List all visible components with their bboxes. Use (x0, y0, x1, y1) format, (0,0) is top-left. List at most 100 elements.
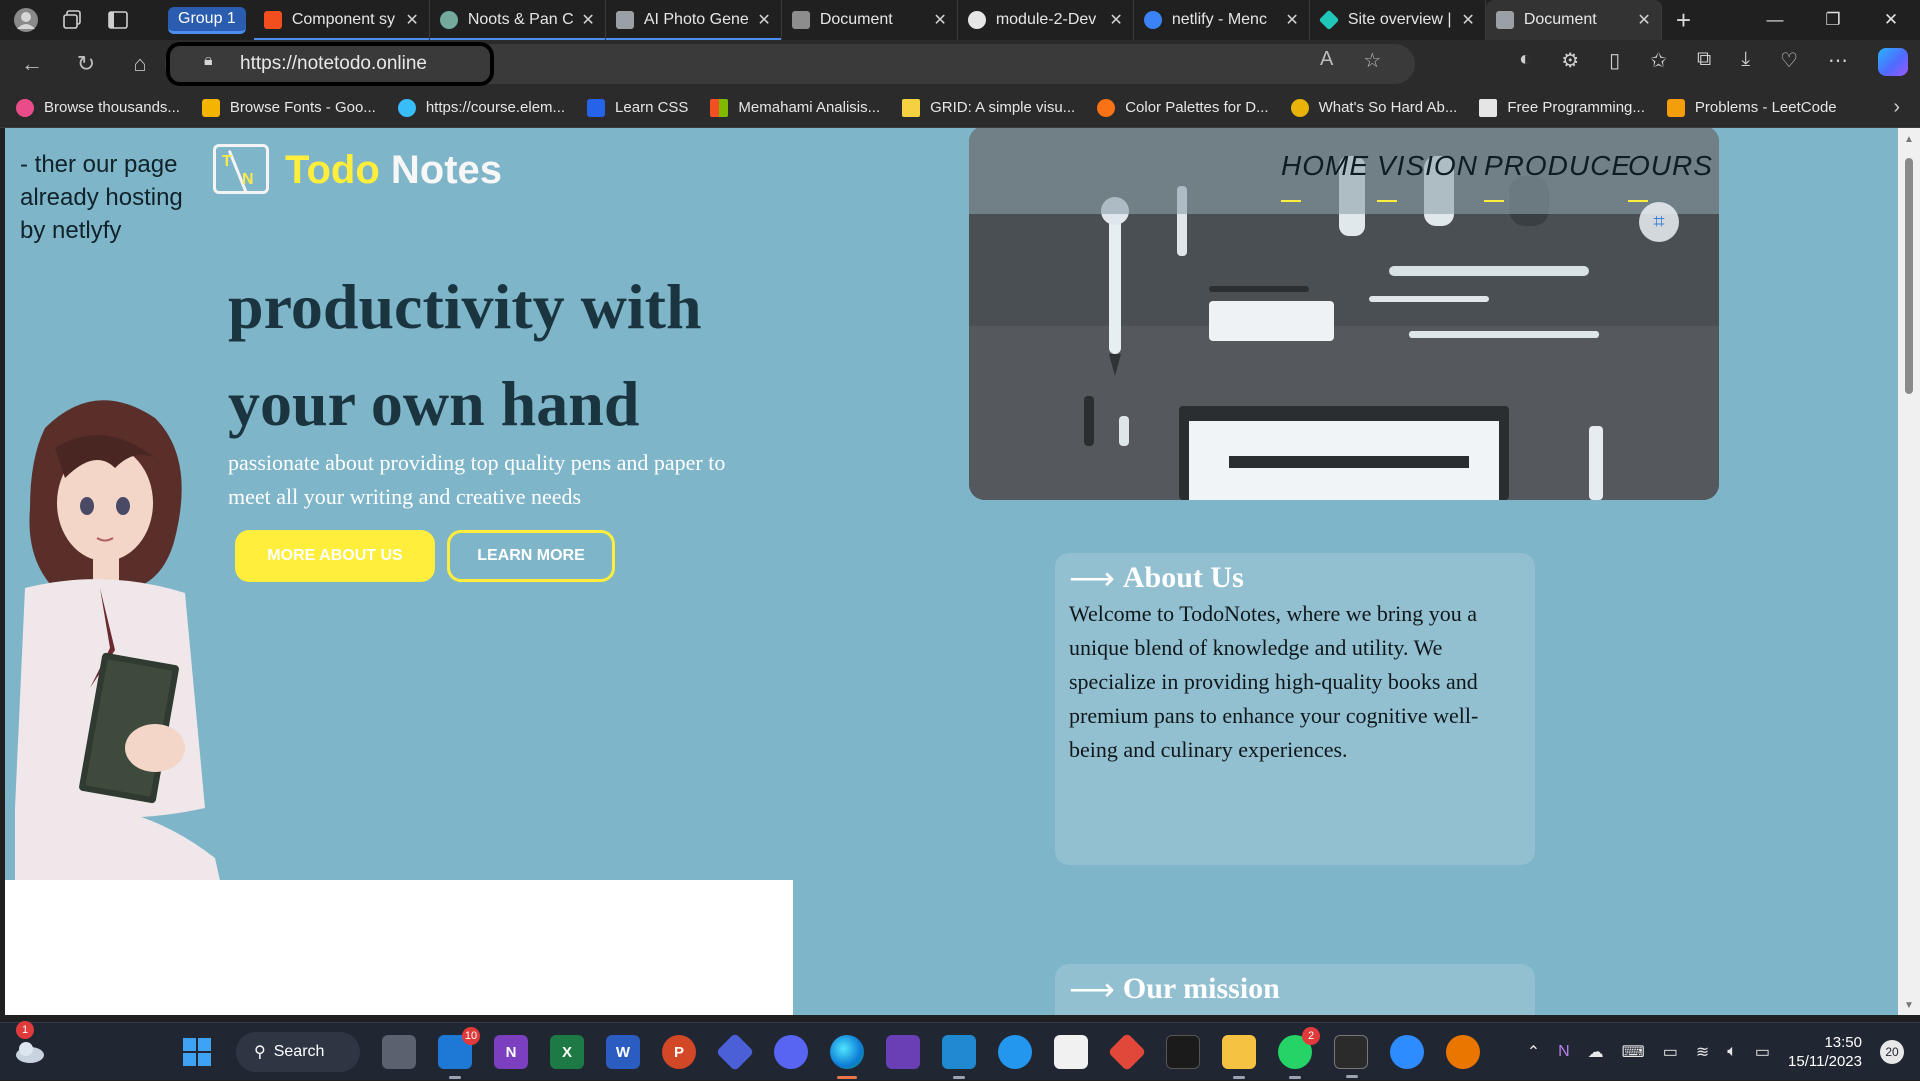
mail-icon[interactable]: 10 (438, 1027, 480, 1079)
workspaces-icon[interactable] (58, 6, 86, 34)
bookmark-item[interactable]: https://course.elem... (397, 98, 565, 117)
vertical-scrollbar[interactable]: ▲ ▼ (1898, 128, 1920, 1015)
microsoft-store-icon[interactable] (1054, 1035, 1088, 1069)
file-explorer-icon[interactable] (1222, 1035, 1256, 1079)
td-icon (1495, 11, 1514, 29)
browser-tab[interactable]: Document ✕ (782, 0, 958, 40)
onenote-tray-icon[interactable]: N (1558, 1043, 1570, 1061)
home-icon[interactable]: ⌂ (118, 46, 162, 82)
close-icon[interactable]: ✕ (1109, 10, 1122, 30)
command-prompt-icon[interactable] (1334, 1035, 1368, 1078)
power-automate-icon[interactable] (715, 1032, 755, 1072)
bookmark-item[interactable]: GRID: A simple visu... (902, 98, 1075, 117)
word-icon[interactable]: W (606, 1035, 640, 1069)
keyboard-icon[interactable]: ⌨ (1622, 1042, 1645, 1062)
docker-icon[interactable] (998, 1035, 1032, 1069)
browser-tab[interactable]: netlify - Menc ✕ (1134, 0, 1310, 40)
bookmark-item[interactable]: Learn CSS (587, 98, 689, 117)
nav-vision[interactable]: VISION (1377, 150, 1478, 202)
extensions-puzzle-icon[interactable]: ⚙ (1561, 48, 1579, 76)
collections-icon[interactable]: ⧉ (1697, 48, 1711, 76)
zoom-icon[interactable] (1390, 1035, 1424, 1069)
weather-widget[interactable]: 1 (12, 1021, 48, 1065)
copilot-icon[interactable] (1878, 48, 1908, 76)
close-icon[interactable]: ✕ (405, 10, 418, 30)
refresh-icon[interactable]: ↻ (64, 46, 108, 82)
read-aloud-icon[interactable]: A (1320, 48, 1333, 73)
close-icon[interactable]: ✕ (757, 10, 770, 30)
split-screen-icon[interactable]: ▯ (1609, 48, 1620, 76)
close-icon[interactable]: ✕ (1285, 10, 1298, 30)
close-window-icon[interactable]: ✕ (1862, 0, 1920, 40)
nav-home[interactable]: HOME (1281, 150, 1369, 202)
bookmark-item[interactable]: Browse Fonts - Goo... (201, 98, 376, 117)
bookmark-item[interactable]: Memahami Analisis... (710, 98, 880, 117)
profile-avatar-icon[interactable] (12, 6, 40, 34)
bookmark-item[interactable]: What's So Hard Ab... (1290, 98, 1457, 117)
notification-count[interactable]: 20 (1880, 1040, 1904, 1064)
favorites-icon[interactable]: ✩ (1650, 48, 1667, 76)
clock[interactable]: 13:50 15/11/2023 (1788, 1033, 1862, 1071)
whatsapp-icon[interactable]: 2 (1278, 1027, 1320, 1079)
nav-ours[interactable]: OURS (1628, 150, 1713, 202)
bookmark-label: Learn CSS (615, 99, 689, 116)
visual-search-icon[interactable]: ⌗ (1639, 202, 1679, 242)
close-icon[interactable]: ✕ (1461, 10, 1474, 30)
browser-tab[interactable]: Noots & Pan C ✕ (429, 0, 606, 40)
display-icon[interactable]: ▭ (1663, 1042, 1678, 1062)
performance-icon[interactable]: ♡ (1780, 48, 1798, 76)
edge-icon[interactable] (830, 1035, 864, 1079)
tab-label: Site overview | (1347, 11, 1452, 28)
clock-time: 13:50 (1824, 1034, 1862, 1051)
browser-tab[interactable]: AI Photo Gene ✕ (605, 0, 782, 40)
volume-icon[interactable]: 🔈︎ (1727, 1043, 1737, 1061)
chevron-up-icon[interactable]: ⌃ (1527, 1042, 1540, 1062)
favorite-star-icon[interactable]: ☆ (1363, 48, 1381, 73)
onedrive-icon[interactable]: ☁ (1588, 1042, 1604, 1062)
tab-actions-icon[interactable] (104, 6, 132, 34)
terminal-app-icon[interactable] (1166, 1035, 1200, 1069)
task-view-icon[interactable] (382, 1035, 416, 1069)
extension-circle-icon[interactable]: ◐ (1519, 48, 1531, 76)
wifi-icon[interactable]: ≋ (1696, 1042, 1709, 1062)
scroll-down-icon[interactable]: ▼ (1904, 1000, 1914, 1011)
close-icon[interactable]: ✕ (1637, 10, 1650, 30)
chevron-right-icon[interactable]: › (1893, 96, 1900, 119)
more-menu-icon[interactable]: ⋯ (1828, 48, 1848, 76)
back-arrow-icon[interactable]: ← (10, 46, 54, 82)
scroll-up-icon[interactable]: ▲ (1904, 134, 1914, 145)
close-icon[interactable]: ✕ (581, 10, 594, 30)
onenote-icon[interactable]: N (494, 1035, 528, 1069)
browser-tab[interactable]: Component sy ✕ (253, 0, 430, 40)
vscode-icon[interactable] (942, 1035, 976, 1079)
browser-tab-active[interactable]: Document ✕ (1485, 0, 1662, 40)
bookmark-item[interactable]: Free Programming... (1479, 98, 1645, 117)
ntd-icon (791, 11, 810, 29)
battery-icon[interactable]: ▭ (1755, 1042, 1770, 1062)
powerpoint-icon[interactable]: P (662, 1035, 696, 1069)
nav-produce[interactable]: PRODUCE (1484, 150, 1631, 202)
discord-icon[interactable] (774, 1035, 808, 1069)
bookmark-item[interactable]: Browse thousands... (16, 98, 180, 117)
taskbar-search[interactable]: ⚲ Search (236, 1032, 360, 1072)
restore-icon[interactable]: ❐ (1804, 0, 1862, 40)
scroll-thumb[interactable] (1905, 158, 1913, 394)
site-logo[interactable]: T N (213, 144, 269, 194)
close-icon[interactable]: ✕ (933, 10, 946, 30)
excel-icon[interactable]: X (550, 1035, 584, 1069)
downloads-icon[interactable]: ⤓ (1741, 48, 1750, 76)
bookmark-item[interactable]: Color Palettes for D... (1097, 98, 1269, 117)
browser-tab[interactable]: Site overview | ✕ (1310, 0, 1486, 40)
minimize-icon[interactable]: — (1746, 0, 1804, 40)
logo-letter-t: T (222, 153, 232, 170)
brand-name[interactable]: Todo Notes (285, 148, 502, 193)
tab-group-chip[interactable]: Group 1 (168, 6, 246, 34)
start-windows-icon[interactable] (180, 1035, 214, 1069)
blender-icon[interactable] (1446, 1035, 1480, 1069)
bookmark-item[interactable]: Problems - LeetCode (1666, 98, 1837, 117)
git-icon[interactable] (1107, 1032, 1147, 1072)
visual-studio-icon[interactable] (886, 1035, 920, 1069)
browser-tab[interactable]: module-2-Dev ✕ (958, 0, 1134, 40)
learn-more-button[interactable]: LEARN MORE (447, 530, 615, 582)
new-tab-button[interactable]: + (1676, 5, 1691, 36)
